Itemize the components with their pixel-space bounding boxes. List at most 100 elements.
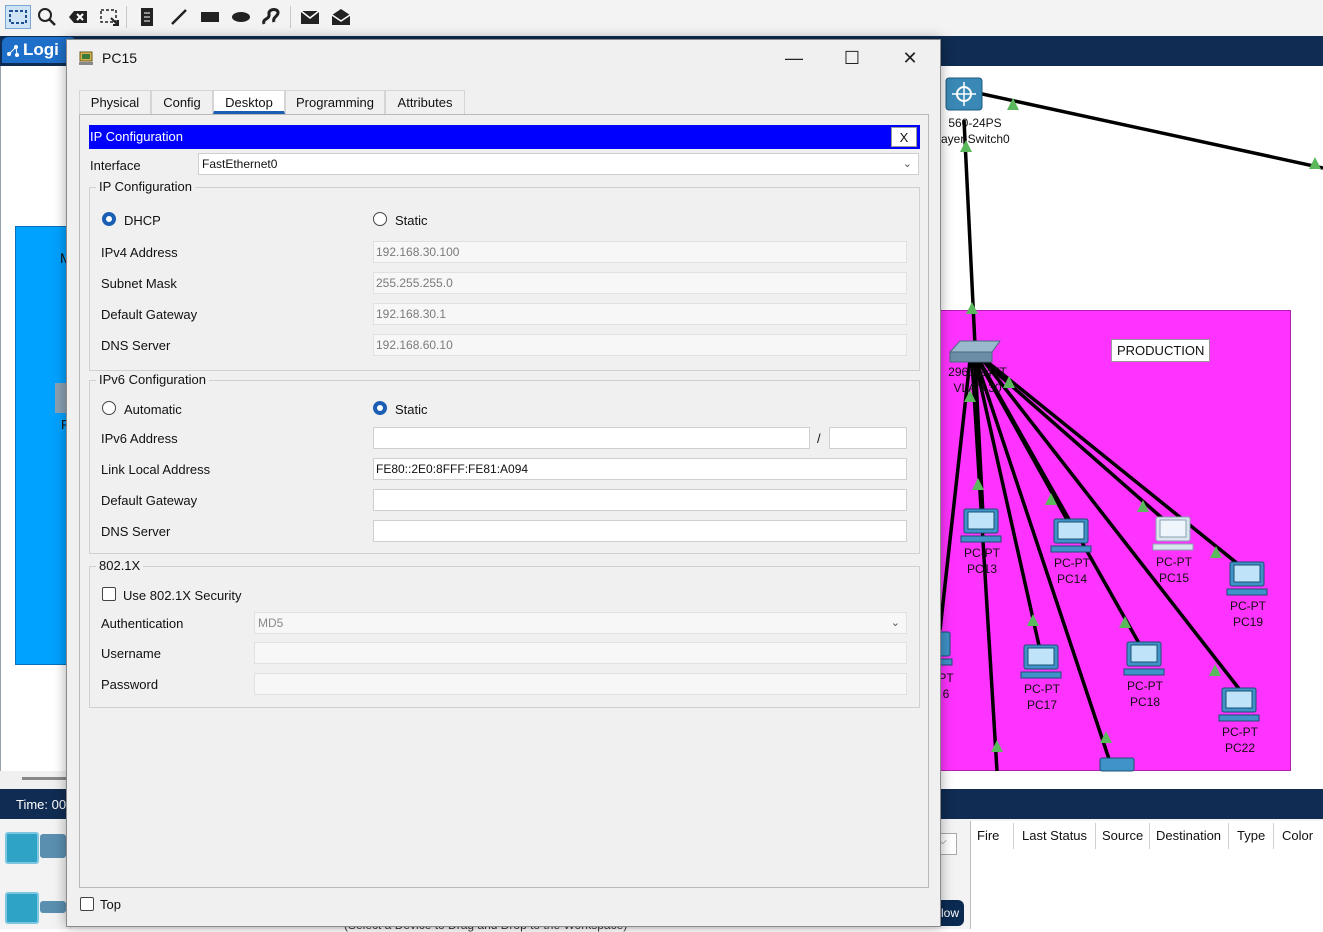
authentication-select[interactable]: MD5 ⌄	[254, 612, 907, 634]
pdu-list-table: Fire Last Status Source Destination Type…	[970, 821, 1323, 929]
pc13-label[interactable]: PC-PT PC13	[956, 545, 1008, 577]
ipv6-static-label: Static	[395, 402, 428, 417]
device-name-label: PC17	[1026, 698, 1058, 712]
end-devices-icon[interactable]	[40, 834, 66, 858]
tab-physical[interactable]: Physical	[79, 90, 151, 114]
column-divider	[1228, 823, 1229, 849]
ip-configuration-title: IP Configuration	[90, 129, 183, 144]
password-field[interactable]	[254, 673, 907, 695]
pc-icon	[960, 508, 1002, 543]
chevron-down-icon: ⌄	[902, 158, 912, 170]
static-ipv4-radio[interactable]	[373, 212, 387, 226]
pc17-label[interactable]: PC-PT PC17	[1016, 681, 1068, 713]
ipv6-address-label: IPv6 Address	[101, 431, 178, 446]
pc-icon	[1020, 644, 1062, 679]
tab-programming[interactable]: Programming	[285, 90, 385, 114]
link-local-label: Link Local Address	[101, 462, 211, 477]
ipv4-dns-field[interactable]: 192.168.60.10	[373, 334, 907, 356]
dhcp-label: DHCP	[124, 213, 161, 228]
ipv6-dns-label: DNS Server	[101, 524, 171, 539]
dhcp-radio[interactable]	[102, 212, 116, 226]
close-button[interactable]: ✕	[881, 40, 939, 76]
dialog-title: PC15	[102, 50, 138, 66]
pc-icon	[1099, 757, 1135, 772]
multilayer-switch-label[interactable]: 560-24PS	[940, 115, 1010, 131]
ipv4-address-label: IPv4 Address	[101, 245, 178, 260]
maximize-button[interactable]: ☐	[823, 40, 881, 76]
pc18-label[interactable]: PC-PT PC18	[1119, 678, 1171, 710]
pc-icon	[1218, 687, 1260, 722]
cable-line	[977, 359, 1142, 646]
device-model-label: PC-PT	[1230, 599, 1266, 613]
subnet-mask-label: Subnet Mask	[101, 276, 177, 291]
device-model-label: PC-PT	[1127, 679, 1163, 693]
ipv6-static-radio[interactable]	[373, 401, 387, 415]
ipv4-dns-label: DNS Server	[101, 338, 171, 353]
pdu-header-source[interactable]: Source	[1102, 828, 1143, 843]
ipv6-prefix-field[interactable]	[829, 427, 907, 449]
ipv4-group-title: IP Configuration	[96, 179, 195, 194]
device-name-label: PC18	[1129, 695, 1161, 709]
device-name-label: PC14	[1056, 572, 1088, 586]
pc14-label[interactable]: PC-PT PC14	[1046, 555, 1098, 587]
pdu-header-destination[interactable]: Destination	[1156, 828, 1221, 843]
interface-select[interactable]: FastEthernet0 ⌄	[198, 153, 919, 175]
pc-icon	[1226, 561, 1268, 596]
pdu-header-last-status[interactable]: Last Status	[1022, 828, 1087, 843]
ip-configuration-header: IP Configuration X	[89, 125, 920, 149]
multilayer-switch-icon	[945, 77, 983, 111]
device-model-label: PC-PT	[1054, 556, 1090, 570]
username-field[interactable]	[254, 642, 907, 664]
authentication-label: Authentication	[101, 616, 184, 631]
network-devices-icon[interactable]	[5, 832, 39, 864]
column-divider	[1273, 823, 1274, 849]
use-8021x-checkbox[interactable]	[102, 587, 116, 601]
tab-attributes[interactable]: Attributes	[385, 90, 465, 114]
device-name-label: PC13	[966, 562, 998, 576]
link-light	[1027, 614, 1039, 626]
device-model-label: PC-PT	[1222, 725, 1258, 739]
ipv6-address-field[interactable]	[373, 427, 810, 449]
interface-label: Interface	[90, 158, 141, 173]
routers-icon[interactable]	[5, 892, 39, 924]
device-model-label: 2960-24TT	[948, 365, 1007, 379]
device-model-label: 560-24PS	[948, 116, 1002, 130]
switches-icon[interactable]	[40, 901, 66, 913]
chevron-down-icon: ⌄	[890, 617, 900, 629]
link-local-field[interactable]: FE80::2E0:8FFF:FE81:A094	[373, 458, 907, 480]
ipv6-dns-field[interactable]	[373, 520, 907, 542]
device-model-label: PC-PT	[964, 546, 1000, 560]
tab-desktop[interactable]: Desktop	[213, 90, 285, 114]
scrollbar-thumb[interactable]	[22, 777, 66, 780]
tab-config[interactable]: Config	[151, 90, 213, 114]
pdu-header-color[interactable]: Color	[1282, 828, 1313, 843]
static-ipv4-label: Static	[395, 213, 428, 228]
pc-icon	[1123, 641, 1165, 676]
time-display: Time: 00	[16, 797, 67, 812]
subnet-mask-field[interactable]: 255.255.255.0	[373, 272, 907, 294]
ipv6-automatic-radio[interactable]	[102, 401, 116, 415]
device-name-label: PC19	[1232, 615, 1264, 629]
pc15-label[interactable]: PC-PT PC15	[1148, 554, 1200, 586]
column-divider	[1013, 823, 1014, 849]
pc-icon	[1152, 516, 1194, 551]
pdu-header-fire[interactable]: Fire	[977, 828, 999, 843]
multilayer-switch-name[interactable]: ayer Switch0	[941, 131, 1021, 147]
device-name-label: PC15	[1158, 571, 1190, 585]
link-light	[1119, 616, 1131, 628]
minimize-button[interactable]: —	[765, 40, 823, 76]
ipv4-gateway-field[interactable]: 192.168.30.1	[373, 303, 907, 325]
username-label: Username	[101, 646, 161, 661]
pc19-label[interactable]: PC-PT PC19	[1222, 598, 1274, 630]
column-divider	[1149, 823, 1150, 849]
dialog-titlebar[interactable]: PC15 — ☐ ✕	[67, 40, 940, 76]
switch-label[interactable]: 2960-24TT VLAN 30	[940, 364, 1015, 396]
pc-app-icon	[78, 49, 96, 67]
pdu-header-type[interactable]: Type	[1237, 828, 1265, 843]
always-on-top-checkbox[interactable]	[80, 897, 94, 911]
column-divider	[1095, 823, 1096, 849]
ip-config-close-button[interactable]: X	[891, 127, 917, 147]
pc22-label[interactable]: PC-PT PC22	[1214, 724, 1266, 756]
ipv4-address-field[interactable]: 192.168.30.100	[373, 241, 907, 263]
ipv6-gateway-field[interactable]	[373, 489, 907, 511]
